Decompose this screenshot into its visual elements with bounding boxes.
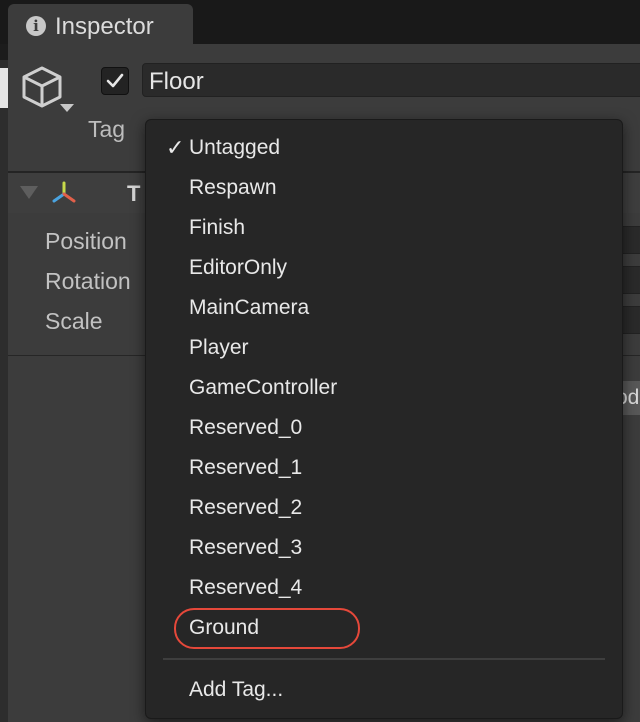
checkmark-icon xyxy=(106,73,124,88)
selected-check-icon: ✓ xyxy=(166,135,185,160)
menu-item-reserved-2[interactable]: Reserved_2 xyxy=(189,490,302,526)
menu-item-reserved-0[interactable]: Reserved_0 xyxy=(189,410,302,446)
menu-item-reserved-3[interactable]: Reserved_3 xyxy=(189,530,302,566)
add-tag-menu-item[interactable]: Add Tag... xyxy=(189,672,283,708)
tab-bar: i Inspector xyxy=(0,0,640,44)
menu-item-respawn[interactable]: Respawn xyxy=(189,170,277,206)
menu-item-maincamera[interactable]: MainCamera xyxy=(189,290,309,326)
menu-item-editoronly[interactable]: EditorOnly xyxy=(189,250,287,286)
menu-item-reserved-1[interactable]: Reserved_1 xyxy=(189,450,302,486)
name-field[interactable]: Floor xyxy=(142,63,640,97)
ground-highlight-ring xyxy=(174,608,360,649)
transform-axes-icon xyxy=(52,181,76,203)
name-field-value: Floor xyxy=(149,68,204,95)
rotation-label: Rotation xyxy=(45,268,131,294)
position-label: Position xyxy=(45,228,127,254)
active-checkbox[interactable] xyxy=(101,67,129,95)
menu-item-untagged[interactable]: Untagged xyxy=(189,130,280,166)
scene-view-edge xyxy=(0,60,8,722)
menu-divider xyxy=(163,658,605,660)
scale-label: Scale xyxy=(45,308,103,334)
icon-dropdown-caret-icon[interactable] xyxy=(60,104,74,112)
cube-icon[interactable] xyxy=(20,64,64,110)
tab-inspector[interactable]: i Inspector xyxy=(8,4,193,44)
menu-item-gamecontroller[interactable]: GameController xyxy=(189,370,337,406)
menu-item-finish[interactable]: Finish xyxy=(189,210,245,246)
scene-view-edge-highlight xyxy=(0,68,8,108)
menu-item-reserved-4[interactable]: Reserved_4 xyxy=(189,570,302,606)
tag-label: Tag xyxy=(88,116,126,142)
info-icon: i xyxy=(26,16,46,36)
menu-item-player[interactable]: Player xyxy=(189,330,249,366)
transform-title: T xyxy=(127,181,141,206)
tab-inspector-label: Inspector xyxy=(55,13,154,40)
foldout-arrow-icon[interactable] xyxy=(20,186,38,199)
